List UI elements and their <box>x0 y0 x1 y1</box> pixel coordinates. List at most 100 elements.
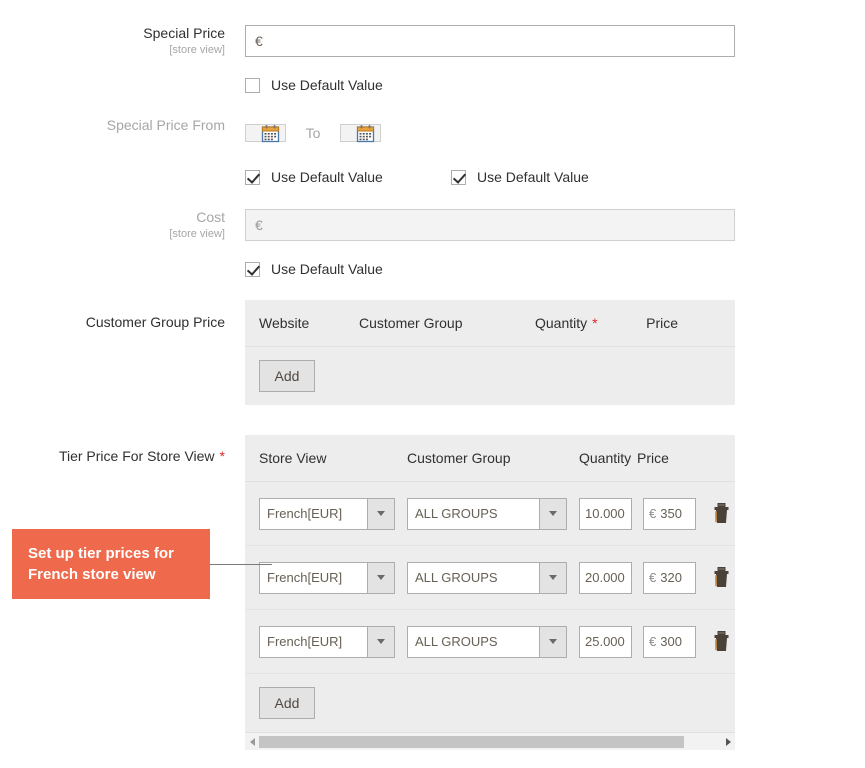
special-price-to-date-wrap <box>340 118 381 148</box>
tier-price-customer-group-value: ALL GROUPS <box>415 633 498 649</box>
calendar-icon[interactable] <box>356 124 375 143</box>
tier-price-store-view-value: French[EUR] <box>267 633 343 649</box>
calendar-icon[interactable] <box>261 124 280 143</box>
delete-row-icon[interactable] <box>712 502 732 525</box>
special-price-to-use-default-row[interactable]: Use Default Value <box>451 169 589 185</box>
delete-row-icon[interactable] <box>712 630 732 653</box>
special-price-from-label-col: Special Price From <box>0 117 245 185</box>
special-price-from-label: Special Price From <box>106 117 225 133</box>
field-special-price: Special Price [store view] € Use Default… <box>0 25 735 93</box>
special-price-use-default-row[interactable]: Use Default Value <box>245 77 735 93</box>
tier-price-quantity-input[interactable]: 10.000 <box>579 497 632 530</box>
tier-price-customer-group-select[interactable]: ALL GROUPS <box>407 625 567 658</box>
special-price-input[interactable]: € <box>245 25 735 57</box>
tier-price-customer-group-select[interactable]: ALL GROUPS <box>407 497 567 530</box>
tier-price-footer: Add <box>245 674 735 732</box>
callout-annotation: Set up tier prices for French store view <box>12 529 210 599</box>
customer-group-price-label-col: Customer Group Price <box>0 300 245 405</box>
callout-text: Set up tier prices for French store view <box>28 545 174 583</box>
field-customer-group-price: Customer Group Price Website Customer Gr… <box>0 300 735 405</box>
callout-connector-line <box>210 564 272 565</box>
scroll-right-icon[interactable] <box>721 737 735 746</box>
tp-header-price: Price <box>637 450 669 466</box>
table-row: French[EUR] ALL GROUPS 20.000 €320 <box>245 546 735 610</box>
chevron-down-icon[interactable] <box>367 562 394 593</box>
table-row: French[EUR] ALL GROUPS 25.000 €300 <box>245 610 735 674</box>
special-price-from-use-default-row[interactable]: Use Default Value <box>245 169 451 185</box>
special-price-to-separator: To <box>305 125 321 141</box>
special-price-use-default-label: Use Default Value <box>271 77 383 93</box>
tier-price-store-view-select[interactable]: French[EUR] <box>259 497 395 530</box>
chevron-down-icon[interactable] <box>367 498 394 529</box>
chevron-down-icon[interactable] <box>539 498 566 529</box>
tier-price-store-view-select[interactable]: French[EUR] <box>259 625 395 658</box>
special-price-from-date-wrap <box>245 118 286 148</box>
tier-price-price-input[interactable]: €300 <box>643 625 696 658</box>
tier-price-price-value: 320 <box>660 569 682 585</box>
special-price-from-use-default-label: Use Default Value <box>271 169 383 185</box>
chevron-down-icon[interactable] <box>539 626 566 657</box>
product-pricing-form: Special Price [store view] € Use Default… <box>0 0 865 768</box>
cgp-quantity-required-star: * <box>592 315 598 331</box>
scrollbar-thumb[interactable] <box>259 735 685 748</box>
tp-header-quantity: Quantity <box>579 450 632 466</box>
delete-row-icon[interactable] <box>712 566 732 589</box>
tier-price-store-view-value: French[EUR] <box>267 569 343 585</box>
tier-price-price-input[interactable]: €320 <box>643 561 696 594</box>
cgp-header-price: Price <box>646 315 679 331</box>
tier-price-label: Tier Price For Store View <box>58 448 215 464</box>
cost-use-default-row[interactable]: Use Default Value <box>245 261 735 277</box>
table-row: French[EUR] ALL GROUPS 10.000 €350 <box>245 482 735 546</box>
tier-price-price-input[interactable]: €350 <box>643 497 696 530</box>
field-cost: Cost [store view] € Use Default Value <box>0 209 735 277</box>
tier-price-price-value: 300 <box>660 633 682 649</box>
tier-price-currency-symbol: € <box>649 569 657 585</box>
special-price-controls: € Use Default Value <box>245 25 735 93</box>
field-special-price-from: Special Price From To Use Default Value … <box>0 117 589 185</box>
tier-price-header-row: Store View Customer Group Quantity Price <box>245 435 735 482</box>
chevron-down-icon[interactable] <box>539 562 566 593</box>
tier-price-price-value: 350 <box>660 505 682 521</box>
cost-scope: [store view] <box>169 228 225 240</box>
customer-group-price-header-row: Website Customer Group Quantity * Price <box>245 300 735 347</box>
tier-price-quantity-input[interactable]: 20.000 <box>579 561 632 594</box>
customer-group-price-label: Customer Group Price <box>85 314 225 330</box>
customer-group-price-footer: Add <box>245 347 735 405</box>
customer-group-price-add-button[interactable]: Add <box>259 360 315 392</box>
tier-price-customer-group-value: ALL GROUPS <box>415 569 498 585</box>
special-price-to-use-default-label: Use Default Value <box>477 169 589 185</box>
tier-price-currency-symbol: € <box>649 633 657 649</box>
tier-price-required-star: * <box>219 448 225 464</box>
special-price-from-controls: To Use Default Value Use Default Value <box>245 117 589 185</box>
special-price-to-use-default-checkbox[interactable] <box>451 169 466 185</box>
tier-price-currency-symbol: € <box>649 505 657 521</box>
special-price-use-default-checkbox[interactable] <box>245 77 260 93</box>
scrollbar-track[interactable] <box>259 735 721 748</box>
tier-price-horizontal-scrollbar[interactable] <box>245 732 735 750</box>
scroll-left-icon[interactable] <box>245 737 259 746</box>
cost-label: Cost <box>196 209 225 225</box>
special-price-from-use-default-checkbox[interactable] <box>245 169 260 185</box>
customer-group-price-table: Website Customer Group Quantity * Price … <box>245 300 735 405</box>
cost-use-default-label: Use Default Value <box>271 261 383 277</box>
cgp-header-website: Website <box>259 315 310 331</box>
chevron-down-icon[interactable] <box>367 626 394 657</box>
cost-use-default-checkbox[interactable] <box>245 261 260 277</box>
tier-price-store-view-select[interactable]: French[EUR] <box>259 561 395 594</box>
tier-price-quantity-input[interactable]: 25.000 <box>579 625 632 658</box>
tier-price-customer-group-select[interactable]: ALL GROUPS <box>407 561 567 594</box>
tier-price-store-view-value: French[EUR] <box>267 505 343 521</box>
tier-price-table: Store View Customer Group Quantity Price… <box>245 435 735 750</box>
special-price-scope: [store view] <box>169 44 225 56</box>
special-price-label: Special Price <box>143 25 225 41</box>
cost-controls: € Use Default Value <box>245 209 735 277</box>
special-price-label-col: Special Price [store view] <box>0 25 245 93</box>
tier-price-add-button[interactable]: Add <box>259 687 315 719</box>
cgp-header-customer-group: Customer Group <box>359 315 463 331</box>
tp-header-store-view: Store View <box>259 450 327 466</box>
cost-input[interactable]: € <box>245 209 735 241</box>
cgp-header-quantity: Quantity <box>535 315 588 331</box>
tier-price-customer-group-value: ALL GROUPS <box>415 505 498 521</box>
cost-label-col: Cost [store view] <box>0 209 245 277</box>
tp-header-customer-group: Customer Group <box>407 450 511 466</box>
